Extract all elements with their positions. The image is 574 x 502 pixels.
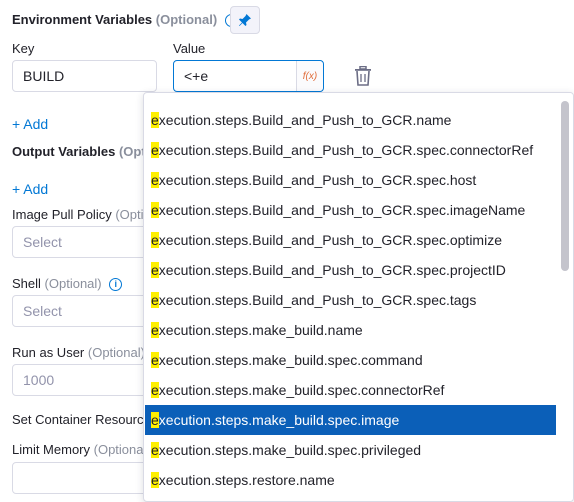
env-var-value-text: <+e <box>184 68 209 84</box>
limit-memory-title: Limit Memory <box>12 442 91 457</box>
autocomplete-option[interactable]: execution.steps.make_build.spec.connecto… <box>145 375 556 405</box>
match-highlight: e <box>151 322 159 338</box>
image-pull-policy-label: Image Pull Policy (Optio <box>12 207 151 222</box>
autocomplete-option[interactable]: execution.steps.make_build.spec.privileg… <box>145 435 556 465</box>
image-pull-policy-title: Image Pull Policy <box>12 207 112 222</box>
shell-label: Shell (Optional) i <box>12 276 123 292</box>
run-as-user-placeholder: 1000 <box>23 372 55 388</box>
shell-select[interactable]: Select <box>12 295 157 327</box>
option-text: xecution.steps.make_build.spec.command <box>158 352 423 368</box>
limit-memory-input[interactable] <box>12 462 157 494</box>
value-column-header: Value <box>173 41 206 56</box>
autocomplete-option[interactable]: execution.steps.make_build.spec.command <box>145 345 556 375</box>
env-var-value-input[interactable]: <+e f(x) <box>173 60 324 92</box>
delete-env-var-button[interactable] <box>354 65 372 91</box>
run-as-user-optional: (Optional) <box>87 345 145 360</box>
expression-autocomplete-dropdown[interactable]: execution.steps.Build_and_Push_to_GCR.na… <box>143 92 574 502</box>
autocomplete-option[interactable]: execution.steps.restore.name <box>145 465 556 495</box>
autocomplete-option[interactable]: execution.steps.Build_and_Push_to_GCR.sp… <box>145 135 556 165</box>
option-text: xecution.steps.make_build.spec.image <box>158 412 400 428</box>
autocomplete-option[interactable]: execution.steps.Build_and_Push_to_GCR.sp… <box>145 285 556 315</box>
match-highlight: e <box>151 262 159 278</box>
env-vars-title: Environment Variables <box>12 12 153 27</box>
option-text: xecution.steps.restore.name <box>158 472 335 488</box>
image-pull-policy-select[interactable]: Select <box>12 226 157 258</box>
output-vars-title: Output Variables <box>12 144 116 159</box>
match-highlight: e <box>151 172 159 188</box>
match-highlight: e <box>151 442 159 458</box>
shell-placeholder: Select <box>23 303 62 319</box>
key-column-header: Key <box>12 41 35 56</box>
env-vars-optional: (Optional) <box>155 12 218 27</box>
limit-memory-label: Limit Memory (Optiona <box>12 442 144 457</box>
option-text: xecution.steps.Build_and_Push_to_GCR.spe… <box>158 262 506 278</box>
shell-title: Shell <box>12 276 41 291</box>
match-highlight: e <box>151 412 159 428</box>
autocomplete-option[interactable]: execution.steps.Build_and_Push_to_GCR.sp… <box>145 165 556 195</box>
fx-icon: f(x) <box>302 70 318 82</box>
option-text: xecution.steps.Build_and_Push_to_GCR.spe… <box>158 202 526 218</box>
dropdown-scrollbar-thumb[interactable] <box>561 101 569 271</box>
option-text: xecution.steps.Build_and_Push_to_GCR.spe… <box>158 232 502 248</box>
run-as-user-label: Run as User (Optional) <box>12 345 145 360</box>
autocomplete-option[interactable]: execution.steps.make_build.name <box>145 315 556 345</box>
autocomplete-option[interactable]: execution.steps.Build_and_Push_to_GCR.sp… <box>145 255 556 285</box>
autocomplete-option[interactable]: execution.steps.Build_and_Push_to_GCR.sp… <box>145 195 556 225</box>
env-var-key-input[interactable]: BUILD <box>12 60 157 92</box>
autocomplete-option[interactable]: execution.steps.Build_and_Push_to_GCR.na… <box>145 105 556 135</box>
option-text: xecution.steps.Build_and_Push_to_GCR.spe… <box>158 142 534 158</box>
option-text: xecution.steps.make_build.spec.connector… <box>158 382 445 398</box>
autocomplete-option[interactable]: execution.steps.Build_and_Push_to_GCR.sp… <box>145 225 556 255</box>
option-text: xecution.steps.make_build.name <box>158 322 363 338</box>
env-vars-section-title: Environment Variables (Optional) i <box>12 12 238 28</box>
output-vars-section-title: Output Variables (Optio <box>12 144 157 159</box>
option-text: xecution.steps.Build_and_Push_to_GCR.nam… <box>158 112 452 128</box>
shell-optional: (Optional) <box>44 276 102 291</box>
match-highlight: e <box>151 382 159 398</box>
match-highlight: e <box>151 112 159 128</box>
option-text: xecution.steps.make_build.spec.privilege… <box>158 442 422 458</box>
match-highlight: e <box>151 292 159 308</box>
autocomplete-option[interactable]: execution.steps.make_build.spec.image <box>145 405 556 435</box>
match-highlight: e <box>151 472 159 488</box>
option-text: xecution.steps.Build_and_Push_to_GCR.spe… <box>158 172 477 188</box>
run-as-user-title: Run as User <box>12 345 85 360</box>
trash-icon <box>355 65 371 86</box>
image-pull-policy-placeholder: Select <box>23 234 62 250</box>
container-resources-label: Set Container Resource <box>12 412 151 427</box>
match-highlight: e <box>151 352 159 368</box>
info-icon[interactable]: i <box>109 278 123 292</box>
add-output-var-link[interactable]: + Add <box>12 181 48 197</box>
add-env-var-link[interactable]: + Add <box>12 116 48 132</box>
match-highlight: e <box>151 232 159 248</box>
env-var-key-value: BUILD <box>23 68 65 84</box>
match-highlight: e <box>151 142 159 158</box>
match-highlight: e <box>151 202 159 218</box>
pin-icon <box>239 14 251 26</box>
pin-button[interactable] <box>230 6 260 34</box>
dropdown-scrollbar-track[interactable] <box>557 93 573 501</box>
option-text: xecution.steps.Build_and_Push_to_GCR.spe… <box>158 292 477 308</box>
fx-button[interactable]: f(x) <box>296 61 323 91</box>
limit-memory-optional: (Optiona <box>93 442 144 457</box>
run-as-user-input[interactable]: 1000 <box>12 364 157 396</box>
